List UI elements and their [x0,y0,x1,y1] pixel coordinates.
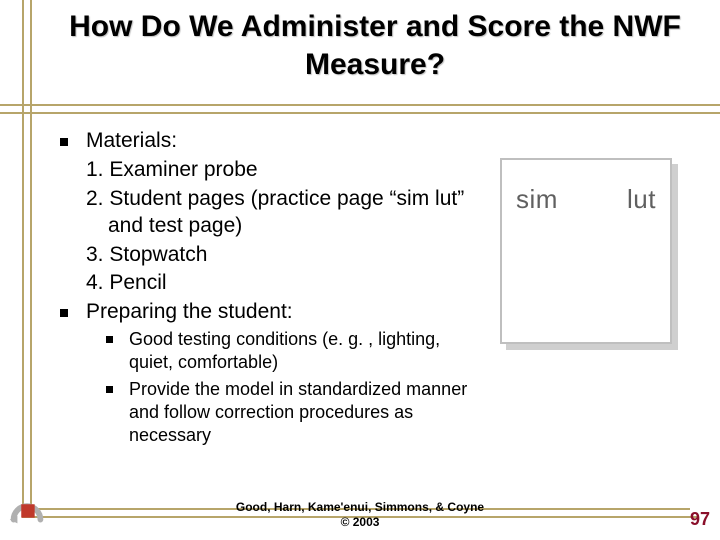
preparing-label: Preparing the student: [86,299,470,326]
footer-line-1: Good, Harn, Kame'enui, Simmons, & Coyne [0,500,720,515]
footer-citation: Good, Harn, Kame'enui, Simmons, & Coyne … [0,500,720,530]
materials-list: 1. Examiner probe 2. Student pages (prac… [86,157,470,297]
preparing-list: Good testing conditions (e. g. , lightin… [106,328,470,447]
page-number: 97 [690,509,710,530]
sample-word-left: sim [516,184,558,215]
sample-word-right: lut [627,184,656,215]
slide-title: How Do We Administer and Score the NWF M… [60,8,690,83]
sample-card: sim lut [500,158,672,344]
preparing-item: Good testing conditions (e. g. , lightin… [106,328,470,374]
materials-label: Materials: [86,128,470,155]
materials-item: 1. Examiner probe [86,157,470,184]
materials-item: 3. Stopwatch [86,242,470,269]
materials-item: 2. Student pages (practice page “sim lut… [86,186,470,240]
title-rule-inner [0,112,720,114]
bullet-icon [60,309,68,317]
materials-row: Materials: [60,128,470,155]
preparing-text: Provide the model in standardized manner… [129,378,470,447]
preparing-row: Preparing the student: [60,299,470,326]
bullet-icon [106,336,113,343]
footer-line-2: © 2003 [0,515,720,530]
cycle-logo-icon [4,490,50,530]
slide-body: Materials: 1. Examiner probe 2. Student … [60,128,470,451]
materials-item: 4. Pencil [86,270,470,297]
preparing-item: Provide the model in standardized manner… [106,378,470,447]
bullet-icon [106,386,113,393]
slide: How Do We Administer and Score the NWF M… [0,0,720,540]
preparing-text: Good testing conditions (e. g. , lightin… [129,328,470,374]
title-rule-outer [0,104,720,106]
bullet-icon [60,138,68,146]
